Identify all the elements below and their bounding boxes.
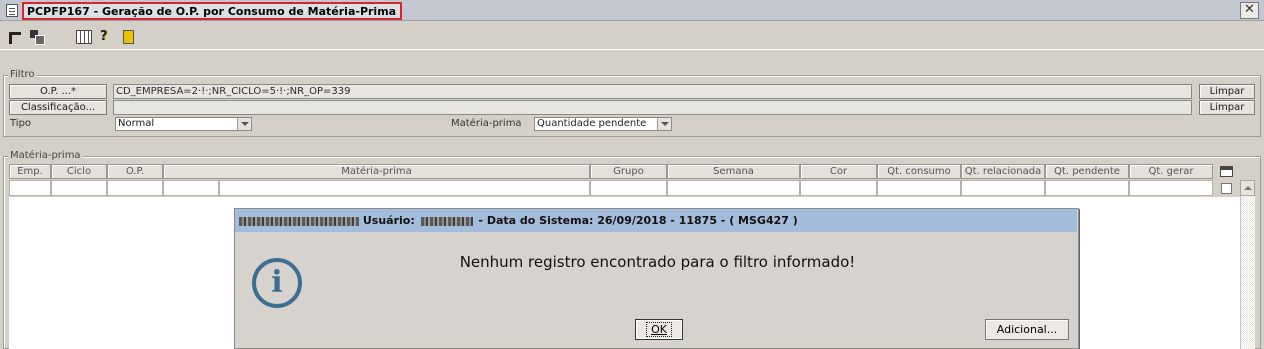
column-header-qt-relacionada[interactable]: Qt. relacionada [961, 164, 1045, 179]
calculator-icon[interactable] [76, 30, 92, 44]
limpar-classificacao-button[interactable]: Limpar [1199, 100, 1255, 115]
column-header-qt-pendente[interactable]: Qt. pendente [1045, 164, 1129, 179]
dialog-header-info: - Data do Sistema: 26/09/2018 - 11875 - … [478, 214, 798, 227]
cell-cor[interactable] [800, 180, 877, 196]
column-header-cor[interactable]: Cor [800, 164, 877, 179]
cell-emp[interactable] [9, 180, 51, 196]
column-header-ciclo[interactable]: Ciclo [51, 164, 107, 179]
op-button[interactable]: O.P. ...* [9, 84, 107, 99]
help-icon[interactable]: ? [100, 30, 114, 44]
redacted-username [420, 216, 473, 226]
chevron-down-icon[interactable] [237, 118, 251, 130]
dialog-user-label: Usuário: [362, 214, 415, 227]
scroll-up-icon[interactable] [1240, 180, 1255, 196]
ok-button[interactable]: OK [635, 319, 683, 340]
form-icon [6, 4, 18, 17]
tipo-label: Tipo [10, 118, 32, 129]
column-header-op[interactable]: O.P. [107, 164, 163, 179]
vertical-scrollbar[interactable] [1240, 196, 1255, 349]
cell-qt-pendente[interactable] [1045, 180, 1129, 196]
close-button[interactable]: ✕ [1240, 2, 1259, 19]
redacted-system-name [239, 216, 359, 226]
cell-qt-relacionada[interactable] [961, 180, 1045, 196]
tipo-select-value: Normal [118, 118, 155, 129]
adicional-button[interactable]: Adicional... [985, 319, 1069, 340]
materia-prima-select-value: Quantidade pendente [537, 118, 647, 129]
tipo-select[interactable]: Normal [115, 117, 252, 131]
arrow-up-left-icon[interactable] [7, 30, 21, 44]
filtro-legend: Filtro [8, 69, 37, 80]
ok-button-label: OK [646, 322, 672, 337]
cell-materia-code[interactable] [163, 180, 219, 196]
dialog-header: Usuário: - Data do Sistema: 26/09/2018 -… [235, 209, 1077, 232]
windows-icon[interactable] [30, 30, 45, 45]
cell-op[interactable] [107, 180, 163, 196]
classificacao-button[interactable]: Classificação... [9, 100, 107, 115]
column-header-materia-prima[interactable]: Matéria-prima [163, 164, 590, 179]
column-header-qt-gerar[interactable]: Qt. gerar [1129, 164, 1213, 179]
cell-semana[interactable] [667, 180, 800, 196]
materia-prima-label: Matéria-prima [451, 118, 522, 129]
op-filter-field[interactable]: CD_EMPRESA=2·!·;NR_CICLO=5·!·;NR_OP=339 [113, 84, 1192, 99]
materia-prima-legend: Matéria-prima [8, 150, 83, 161]
select-all-icon[interactable] [1220, 166, 1233, 177]
classificacao-field[interactable] [113, 100, 1192, 115]
cell-qt-consumo[interactable] [877, 180, 961, 196]
column-header-emp[interactable]: Emp. [9, 164, 51, 179]
column-header-semana[interactable]: Semana [667, 164, 800, 179]
cell-ciclo[interactable] [51, 180, 107, 196]
exit-door-icon[interactable] [123, 30, 134, 44]
column-header-grupo[interactable]: Grupo [590, 164, 667, 179]
cell-materia-prima[interactable] [219, 180, 590, 196]
dialog-message: Nenhum registro encontrado para o filtro… [459, 253, 856, 271]
window-title: PCPFP167 - Geração de O.P. por Consumo d… [22, 2, 403, 20]
cell-grupo[interactable] [590, 180, 667, 196]
toolbar [0, 22, 1264, 50]
limpar-op-button[interactable]: Limpar [1199, 84, 1255, 99]
materia-prima-select[interactable]: Quantidade pendente [534, 117, 672, 131]
chevron-down-icon[interactable] [657, 118, 671, 130]
cell-qt-gerar[interactable] [1129, 180, 1213, 196]
column-header-qt-consumo[interactable]: Qt. consumo [877, 164, 961, 179]
row-checkbox[interactable] [1221, 183, 1232, 194]
